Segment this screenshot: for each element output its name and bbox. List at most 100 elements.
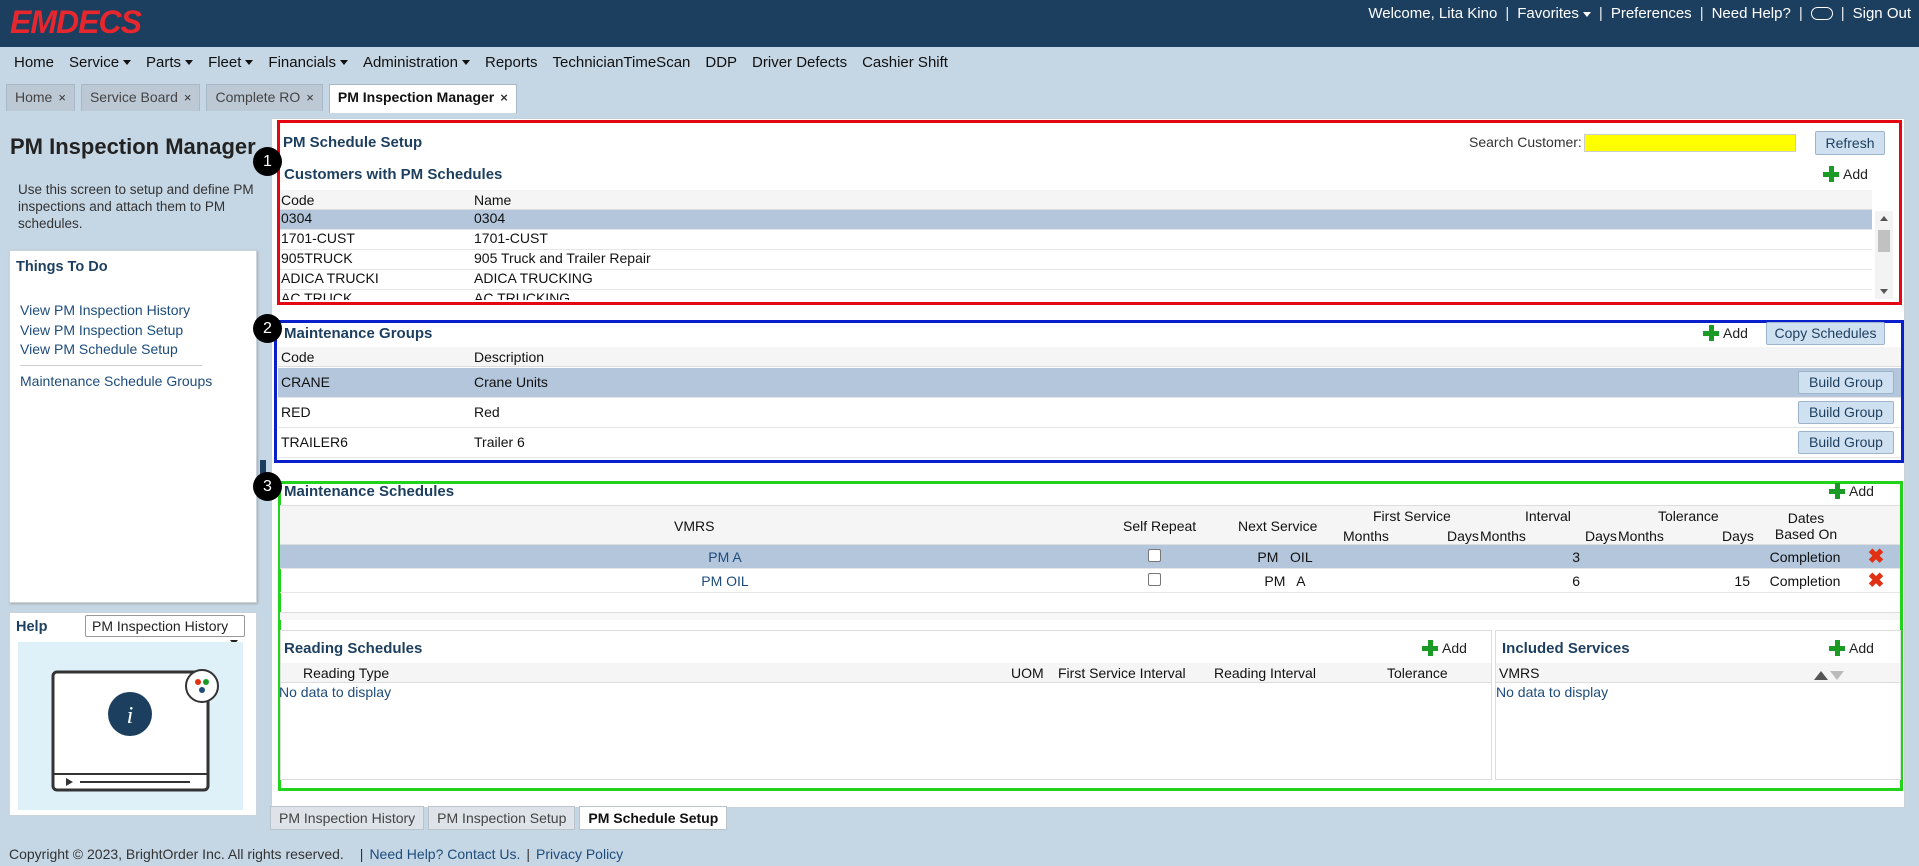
menu-item-parts[interactable]: Parts — [146, 53, 194, 71]
column-header-description[interactable]: Description — [474, 349, 544, 365]
table-row[interactable]: PM A PM OIL 3 Completion ✖ — [280, 545, 1900, 569]
plus-icon — [1823, 166, 1839, 182]
tab-service-board[interactable]: Service Board × — [80, 84, 201, 111]
sign-out-link[interactable]: Sign Out — [1853, 5, 1911, 22]
sort-icon[interactable] — [1814, 667, 1844, 683]
menu-item-financials[interactable]: Financials — [268, 54, 348, 71]
search-customer-input[interactable] — [1584, 134, 1796, 152]
table-row[interactable]: ADICA TRUCKI ADICA TRUCKING — [280, 270, 1872, 290]
delete-icon[interactable]: ✖ — [1867, 547, 1885, 567]
delete-icon[interactable]: ✖ — [1867, 571, 1885, 591]
tab-home[interactable]: Home × — [6, 84, 75, 111]
included-table-header: VMRS — [1496, 663, 1900, 683]
menu-item-techniciantimescan[interactable]: TechnicianTimeScan — [553, 54, 691, 71]
main-menu: Home Service Parts Fleet Financials Administr… — [0, 47, 1919, 77]
close-icon[interactable]: × — [306, 90, 314, 105]
table-row[interactable]: AC TRUCK AC TRUCKING — [280, 290, 1872, 300]
column-header-first-service[interactable]: First Service — [1373, 508, 1451, 524]
close-icon[interactable]: × — [184, 90, 192, 105]
table-row[interactable]: 0304 0304 — [280, 210, 1872, 230]
tab-pm-inspection-manager[interactable]: PM Inspection Manager × — [328, 84, 517, 113]
close-icon[interactable]: × — [500, 90, 508, 105]
menu-item-administration[interactable]: Administration — [363, 54, 470, 71]
help-topic-select[interactable]: PM Inspection History — [85, 615, 245, 645]
copy-schedules-button[interactable]: Copy Schedules — [1766, 322, 1885, 345]
caret-down-icon — [339, 60, 348, 66]
tab-pm-schedule-setup[interactable]: PM Schedule Setup — [579, 806, 728, 830]
column-header-name[interactable]: Name — [474, 192, 511, 208]
menu-item-ddp[interactable]: DDP — [705, 54, 737, 71]
column-header-reading-interval[interactable]: Reading Interval — [1214, 665, 1316, 681]
customers-scrollbar[interactable] — [1875, 211, 1893, 299]
build-group-button[interactable]: Build Group — [1798, 371, 1894, 394]
column-header-first-service-interval[interactable]: First Service Interval — [1058, 665, 1186, 681]
emdecs-logo[interactable]: EMDECS — [10, 4, 142, 41]
add-schedule-button[interactable]: Add — [1829, 483, 1874, 499]
column-header-tolerance[interactable]: Tolerance — [1387, 665, 1448, 681]
view-pm-schedule-setup-link[interactable]: View PM Schedule Setup — [20, 341, 178, 357]
menu-item-service[interactable]: Service — [69, 54, 132, 71]
column-header-dates-based-on[interactable]: Dates Based On — [1766, 510, 1846, 542]
separator: | — [1598, 5, 1603, 22]
menu-item-label: Home — [14, 53, 55, 71]
tab-pm-inspection-setup[interactable]: PM Inspection Setup — [428, 806, 576, 830]
add-customer-button[interactable]: Add — [1823, 166, 1868, 182]
privacy-policy-link[interactable]: Privacy Policy — [536, 846, 623, 862]
column-header-reading-type[interactable]: Reading Type — [303, 665, 389, 681]
preferences-link[interactable]: Preferences — [1611, 5, 1692, 22]
menu-item-label: Parts — [146, 53, 182, 71]
add-included-service-button[interactable]: Add — [1829, 640, 1874, 656]
need-help-link[interactable]: Need Help? — [1712, 5, 1791, 22]
self-repeat-checkbox[interactable] — [1148, 549, 1161, 562]
add-group-button[interactable]: Add — [1703, 325, 1748, 341]
tab-complete-ro[interactable]: Complete RO × — [206, 84, 323, 111]
self-repeat-checkbox[interactable] — [1148, 573, 1161, 586]
view-pm-inspection-history-link[interactable]: View PM Inspection History — [20, 302, 190, 318]
column-header-vmrs[interactable]: VMRS — [1499, 665, 1539, 681]
toggle-icon[interactable] — [1810, 7, 1833, 20]
scroll-down-icon[interactable] — [1880, 289, 1888, 294]
column-header-interval[interactable]: Interval — [1525, 508, 1571, 524]
column-header-tolerance-months: Months — [1618, 528, 1664, 544]
groups-table-header: Code Description — [278, 347, 1901, 367]
menu-item-driver-defects[interactable]: Driver Defects — [752, 54, 847, 71]
column-header-next-service[interactable]: Next Service — [1238, 518, 1317, 534]
table-row[interactable]: 1701-CUST 1701-CUST — [280, 230, 1872, 250]
favorites-menu[interactable]: Favorites — [1517, 5, 1591, 22]
column-header-vmrs[interactable]: VMRS — [674, 518, 714, 534]
table-row[interactable]: CRANE Crane Units Build Group — [278, 368, 1901, 398]
menu-item-home[interactable]: Home — [14, 54, 54, 71]
menu-item-fleet[interactable]: Fleet — [208, 54, 254, 71]
column-header-uom[interactable]: UOM — [1011, 665, 1044, 681]
separator: | — [1699, 5, 1704, 22]
caret-down-icon — [462, 60, 470, 66]
build-group-button[interactable]: Build Group — [1798, 431, 1894, 454]
view-pm-inspection-setup-link[interactable]: View PM Inspection Setup — [20, 322, 183, 338]
favorites-label: Favorites — [1517, 5, 1579, 22]
table-row[interactable]: 905TRUCK 905 Truck and Trailer Repair — [280, 250, 1872, 270]
column-header-code[interactable]: Code — [281, 349, 314, 365]
table-row[interactable]: RED Red Build Group — [278, 398, 1901, 428]
column-header-code[interactable]: Code — [281, 192, 314, 208]
column-header-self-repeat[interactable]: Self Repeat — [1123, 518, 1196, 534]
table-row[interactable]: TRAILER6 Trailer 6 Build Group — [278, 428, 1901, 458]
maintenance-schedule-groups-link[interactable]: Maintenance Schedule Groups — [20, 373, 212, 389]
help-video-thumbnail[interactable]: i — [18, 642, 243, 810]
vmrs-link[interactable]: PM OIL — [620, 573, 830, 589]
vmrs-link[interactable]: PM A — [620, 549, 830, 565]
scroll-up-icon[interactable] — [1880, 216, 1888, 221]
close-icon[interactable]: × — [58, 90, 66, 105]
separator: | — [1798, 5, 1803, 22]
top-links: Welcome, Lita Kino | Favorites | Prefere… — [1368, 5, 1911, 22]
contact-us-link[interactable]: Need Help? Contact Us. — [369, 846, 520, 862]
table-row[interactable]: PM OIL PM A 6 15 Completion ✖ — [280, 569, 1900, 593]
scroll-thumb[interactable] — [1878, 230, 1890, 252]
menu-item-reports[interactable]: Reports — [485, 54, 538, 71]
refresh-button[interactable]: Refresh — [1815, 131, 1885, 155]
tab-pm-inspection-history[interactable]: PM Inspection History — [270, 806, 425, 830]
column-header-tolerance[interactable]: Tolerance — [1658, 508, 1719, 524]
add-reading-button[interactable]: Add — [1422, 640, 1467, 656]
menu-item-cashier-shift[interactable]: Cashier Shift — [862, 54, 948, 71]
column-header-interval-days: Days — [1585, 528, 1617, 544]
build-group-button[interactable]: Build Group — [1798, 401, 1894, 424]
